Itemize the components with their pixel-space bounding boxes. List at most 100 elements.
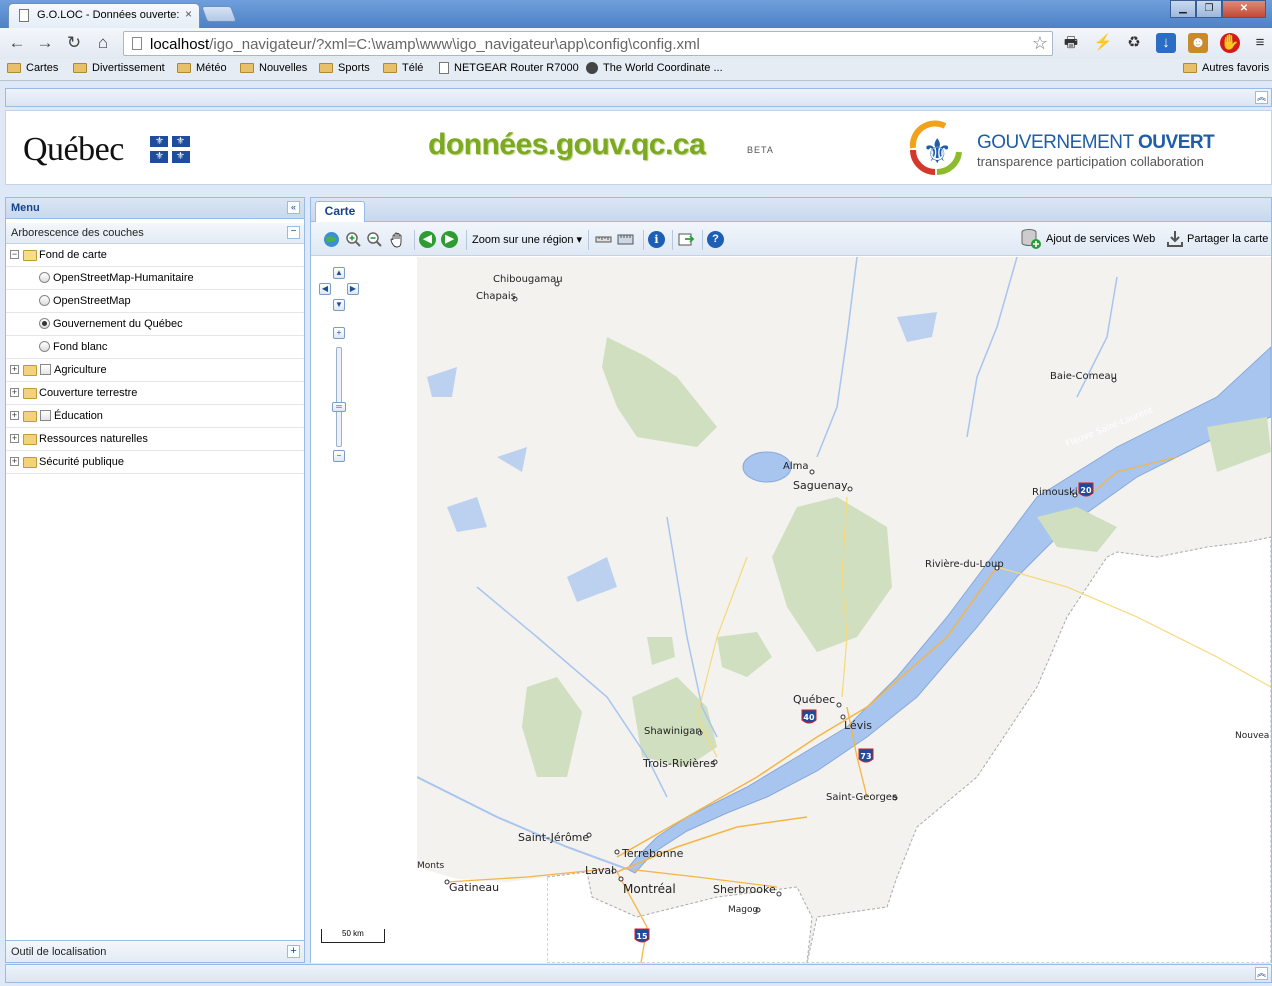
back-icon[interactable]: ←: [6, 32, 28, 54]
expand-node-icon[interactable]: +: [10, 411, 19, 420]
help-icon[interactable]: ?: [707, 231, 724, 248]
zoom-minus-icon[interactable]: −: [333, 450, 345, 462]
other-bookmarks[interactable]: Autres favoris: [1183, 62, 1269, 74]
address-bar[interactable]: localhost/igo_navigateur/?xml=C:\wamp\ww…: [123, 31, 1053, 56]
url-text: localhost/igo_navigateur/?xml=C:\wamp\ww…: [150, 36, 700, 53]
tree-node-label: Sécurité publique: [39, 456, 125, 468]
browser-tab[interactable]: G.O.LOC - Données ouverte: ×: [8, 3, 200, 28]
recycle-icon[interactable]: ♻: [1124, 33, 1144, 53]
flash-icon[interactable]: ⚡: [1093, 33, 1113, 53]
pan-left-icon[interactable]: ◀: [319, 283, 331, 295]
map-canvas[interactable]: Chibougamau Chapais Baie-Comeau Alma Sag…: [417, 257, 1271, 963]
tree-node-couverture[interactable]: + Couverture terrestre: [6, 382, 304, 405]
tree-node-agriculture[interactable]: + Agriculture: [6, 359, 304, 382]
new-tab-button[interactable]: [201, 6, 237, 22]
zoom-extent-globe-icon[interactable]: [323, 231, 340, 248]
collapse-up-icon[interactable]: ︽: [1255, 91, 1268, 104]
pan-up-icon[interactable]: ▲: [333, 267, 345, 279]
pan-right-icon[interactable]: ▶: [347, 283, 359, 295]
site-banner: Québec ⚜ ⚜ ⚜ ⚜ données.gouv.qc.ca BETA ⚜…: [5, 110, 1272, 185]
zoom-plus-icon[interactable]: +: [333, 327, 345, 339]
map-label-saint-georges: Saint-Georges: [826, 792, 897, 803]
bookmark-star-icon[interactable]: ☆: [1032, 33, 1048, 54]
tree-node-label: Ressources naturelles: [39, 433, 148, 445]
bookmark-item[interactable]: Divertissement: [73, 62, 165, 74]
folder-icon: [23, 411, 37, 422]
tree-node-label: Éducation: [54, 410, 103, 422]
print-icon[interactable]: 🖶: [1061, 33, 1081, 53]
download-icon[interactable]: ↓: [1156, 33, 1176, 53]
radio-button-selected[interactable]: [39, 318, 50, 329]
highway-40-label: 40: [803, 713, 815, 722]
bookmark-item[interactable]: NETGEAR Router R7000: [439, 62, 579, 74]
add-web-services-button[interactable]: Ajout de services Web: [1046, 233, 1155, 245]
globe-icon: [586, 62, 598, 74]
zoom-out-icon[interactable]: [366, 231, 383, 248]
zoom-slider-track[interactable]: [336, 347, 342, 447]
map-label-quebec: Québec: [793, 693, 835, 706]
localisation-tool-header[interactable]: Outil de localisation +: [6, 940, 304, 962]
measure-distance-icon[interactable]: [595, 231, 612, 248]
stop-sign-icon[interactable]: ✋: [1220, 33, 1240, 53]
map-label-chapais: Chapais: [476, 291, 516, 302]
bookmark-item[interactable]: The World Coordinate ...: [586, 62, 723, 74]
share-map-button[interactable]: Partager la carte: [1187, 233, 1268, 245]
map-label-saint-jerome: Saint-Jérôme: [518, 831, 589, 844]
basemap-option[interactable]: OpenStreetMap-Humanitaire: [6, 267, 304, 290]
tree-node-education[interactable]: + Éducation: [6, 405, 304, 428]
layer-checkbox[interactable]: [40, 410, 51, 421]
collapse-minus-icon[interactable]: −: [287, 226, 300, 239]
basemap-option[interactable]: Gouvernement du Québec: [6, 313, 304, 336]
add-web-service-database-icon[interactable]: [1020, 228, 1042, 250]
pan-down-icon[interactable]: ▼: [333, 299, 345, 311]
zoom-in-icon[interactable]: [345, 231, 362, 248]
zoom-slider-thumb[interactable]: ═: [332, 402, 346, 412]
radio-button[interactable]: [39, 341, 50, 352]
layer-checkbox[interactable]: [40, 364, 51, 375]
tab-carte[interactable]: Carte: [315, 201, 365, 222]
measure-area-icon[interactable]: [617, 231, 634, 248]
tree-node-label: Agriculture: [54, 364, 107, 376]
next-extent-icon[interactable]: ▶: [441, 231, 458, 248]
export-icon[interactable]: [678, 231, 695, 248]
info-icon[interactable]: i: [648, 231, 665, 248]
tree-node-securite[interactable]: + Sécurité publique: [6, 451, 304, 474]
collapse-left-icon[interactable]: «: [287, 201, 300, 214]
radio-button[interactable]: [39, 295, 50, 306]
minimize-icon[interactable]: ▁: [1170, 0, 1196, 18]
tree-node-ressources[interactable]: + Ressources naturelles: [6, 428, 304, 451]
basemap-option[interactable]: Fond blanc: [6, 336, 304, 359]
tree-node-fond-de-carte[interactable]: − Fond de carte: [6, 244, 304, 267]
bookmark-item[interactable]: Télé: [383, 62, 423, 74]
zoom-region-dropdown[interactable]: Zoom sur une région ▾: [472, 233, 582, 246]
expand-node-icon[interactable]: +: [10, 457, 19, 466]
bookmark-item[interactable]: Nouvelles: [240, 62, 307, 74]
extension-icon[interactable]: ☻: [1188, 33, 1208, 53]
map-label-sherbrooke: Sherbrooke: [713, 883, 776, 896]
previous-extent-icon[interactable]: ◀: [419, 231, 436, 248]
reload-icon[interactable]: ↻: [63, 32, 85, 54]
expand-plus-icon[interactable]: +: [287, 945, 300, 958]
folder-icon: [23, 434, 37, 445]
expand-up-icon[interactable]: ︽: [1255, 967, 1268, 980]
bookmark-item[interactable]: Sports: [319, 62, 370, 74]
pan-hand-icon[interactable]: [389, 231, 406, 248]
forward-icon[interactable]: →: [34, 32, 56, 54]
bookmark-item[interactable]: Météo: [177, 62, 227, 74]
app-viewport: ︽ Québec ⚜ ⚜ ⚜ ⚜ données.gouv.qc.ca BETA…: [0, 82, 1272, 986]
wrench-icon[interactable]: ≡: [1250, 33, 1270, 53]
tab-close-icon[interactable]: ×: [185, 7, 192, 21]
expand-node-icon[interactable]: +: [10, 388, 19, 397]
restore-icon[interactable]: ❐: [1196, 0, 1222, 18]
radio-button[interactable]: [39, 272, 50, 283]
map-basemap: Chibougamau Chapais Baie-Comeau Alma Sag…: [417, 257, 1271, 963]
expand-node-icon[interactable]: +: [10, 434, 19, 443]
quebec-logo: Québec: [23, 131, 124, 168]
window-close-icon[interactable]: ✕: [1222, 0, 1266, 18]
basemap-option[interactable]: OpenStreetMap: [6, 290, 304, 313]
home-icon[interactable]: ⌂: [92, 32, 114, 54]
share-download-icon[interactable]: [1165, 229, 1185, 249]
expand-node-icon[interactable]: +: [10, 365, 19, 374]
bookmark-item[interactable]: Cartes: [7, 62, 58, 74]
collapse-node-icon[interactable]: −: [10, 250, 19, 259]
